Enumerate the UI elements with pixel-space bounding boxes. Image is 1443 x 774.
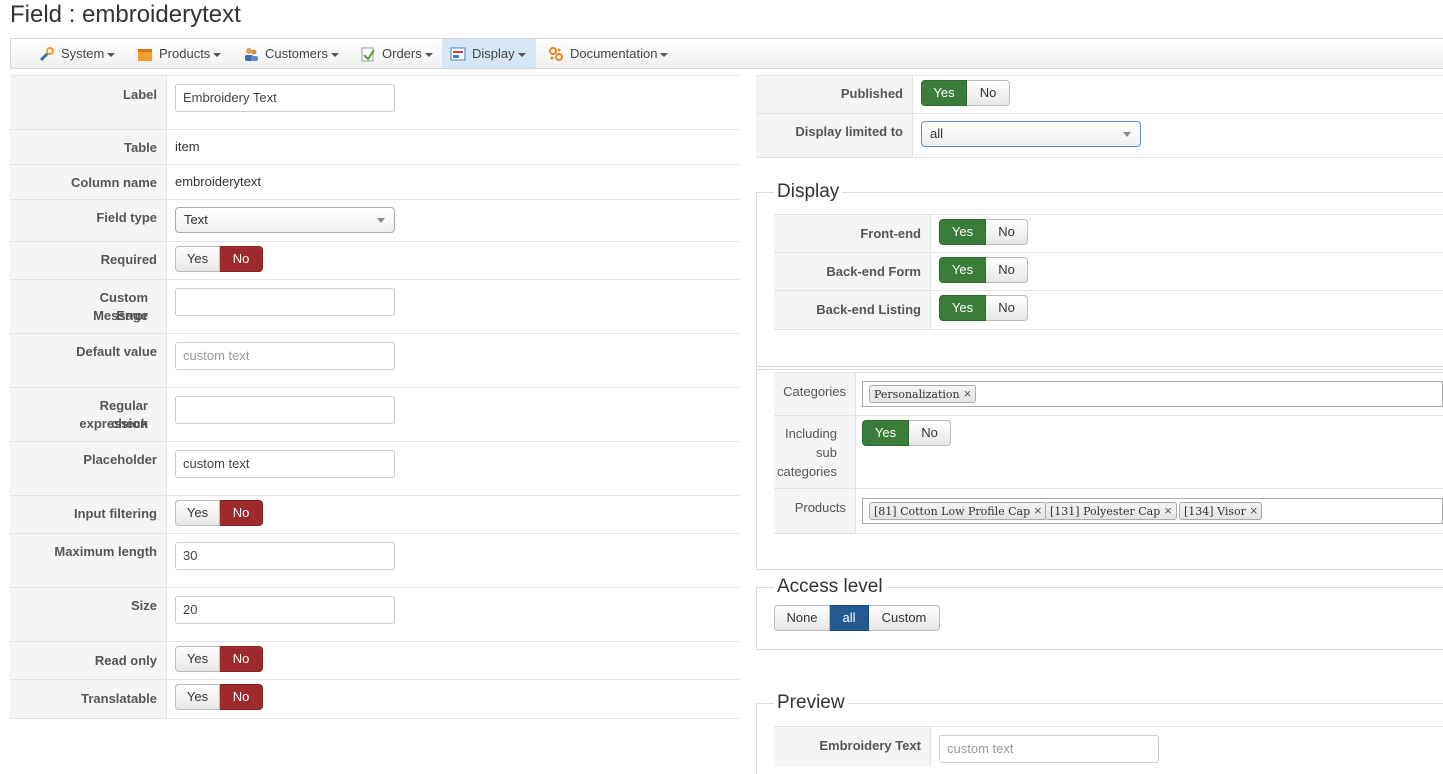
close-icon: × (963, 386, 972, 401)
translatable-toggle: Yes No (175, 684, 263, 710)
preview-input[interactable]: custom text (939, 735, 1159, 763)
row-read-only: Read only Yes No (10, 641, 741, 680)
row-placeholder: Placeholder custom text (10, 441, 741, 496)
required-toggle: Yes No (175, 246, 263, 272)
access-legend: Access level (774, 576, 886, 598)
row-regex: Regular expression check (10, 387, 741, 442)
published-no-button[interactable]: No (967, 80, 1010, 106)
input-filtering-toggle: Yes No (175, 500, 263, 526)
input-filtering-no-button[interactable]: No (220, 500, 263, 526)
access-level-toggle: None all Custom (774, 605, 940, 631)
row-default-value: Default value custom text (10, 333, 741, 388)
row-size: Size 20 (10, 587, 741, 642)
table-value: item (175, 139, 200, 154)
sub-categories-no-button[interactable]: No (909, 420, 951, 446)
main-menubar: System Products Customers Orders Display… (10, 38, 1443, 69)
sub-categories-yes-button[interactable]: Yes (862, 420, 909, 446)
front-end-toggle: Yes No (939, 219, 1028, 245)
row-backend-form: Back-end Form Yes No (774, 252, 1443, 291)
field-type-select[interactable]: Text (175, 207, 395, 233)
row-label: Label Embroidery Text (10, 75, 741, 130)
column-value: embroiderytext (175, 174, 261, 189)
row-products: Products [81] Cotton Low Profile Cap × [1… (774, 488, 1443, 534)
input-filtering-yes-button[interactable]: Yes (175, 500, 220, 526)
chevron-down-icon (1123, 132, 1131, 137)
access-none-button[interactable]: None (774, 605, 830, 631)
backend-listing-no-button[interactable]: No (986, 295, 1028, 321)
preview-legend: Preview (774, 692, 848, 714)
published-toggle: Yes No (921, 80, 1010, 106)
menu-products[interactable]: Products (129, 39, 231, 68)
sub-categories-toggle: Yes No (862, 420, 951, 446)
product-chip[interactable]: [81] Cotton Low Profile Cap × (869, 502, 1047, 520)
required-no-button[interactable]: No (220, 246, 263, 272)
row-translatable: Translatable Yes No (10, 679, 741, 719)
display-icon (450, 46, 466, 62)
row-preview: Embroidery Text custom text (774, 726, 1443, 767)
row-input-filtering: Input filtering Yes No (10, 495, 741, 534)
row-required: Required Yes No (10, 241, 741, 280)
read-only-yes-button[interactable]: Yes (175, 646, 220, 672)
backend-form-no-button[interactable]: No (986, 257, 1028, 283)
menu-documentation[interactable]: Documentation (540, 39, 678, 68)
row-max-length: Maximum length 30 (10, 533, 741, 588)
custom-error-input[interactable] (175, 288, 395, 316)
display-legend: Display (774, 181, 843, 203)
row-custom-error: Custom Error Message (10, 279, 741, 334)
chevron-down-icon (377, 218, 385, 223)
row-column: Column name embroiderytext (10, 164, 741, 200)
close-icon: × (1249, 503, 1258, 518)
categories-multiselect[interactable]: Personalization × (862, 381, 1443, 407)
row-backend-listing: Back-end Listing Yes No (774, 290, 1443, 330)
published-yes-button[interactable]: Yes (921, 80, 967, 106)
display-limited-select[interactable]: all (921, 121, 1141, 147)
backend-form-yes-button[interactable]: Yes (939, 257, 986, 283)
row-published: Published Yes No (756, 75, 1443, 114)
orders-icon (360, 46, 376, 62)
tools-icon (39, 46, 55, 62)
placeholder-input[interactable]: custom text (175, 450, 395, 478)
products-multiselect[interactable]: [81] Cotton Low Profile Cap × [131] Polye… (862, 498, 1443, 524)
front-end-yes-button[interactable]: Yes (939, 219, 986, 245)
access-custom-button[interactable]: Custom (869, 605, 940, 631)
users-icon (243, 46, 259, 62)
category-chip[interactable]: Personalization × (869, 385, 977, 403)
product-chip[interactable]: [134] Visor × (1179, 502, 1263, 520)
product-chip[interactable]: [131] Polyester Cap × (1045, 502, 1177, 520)
row-front-end: Front-end Yes No (774, 214, 1443, 253)
backend-listing-toggle: Yes No (939, 295, 1028, 321)
translatable-yes-button[interactable]: Yes (175, 684, 220, 710)
gears-icon (548, 46, 564, 62)
row-field-type: Field type Text (10, 199, 741, 242)
read-only-no-button[interactable]: No (220, 646, 263, 672)
required-yes-button[interactable]: Yes (175, 246, 220, 272)
menu-system[interactable]: System (31, 39, 125, 68)
close-icon: × (1164, 503, 1172, 518)
backend-form-toggle: Yes No (939, 257, 1028, 283)
row-categories: Categories Personalization × (774, 372, 1443, 416)
page-title: Field : embroiderytext (10, 1, 241, 28)
translatable-no-button[interactable]: No (220, 684, 263, 710)
menu-display[interactable]: Display (442, 39, 536, 68)
backend-listing-yes-button[interactable]: Yes (939, 295, 986, 321)
front-end-no-button[interactable]: No (986, 219, 1028, 245)
row-display-limited: Display limited to all (756, 113, 1443, 158)
box-icon (137, 46, 153, 62)
default-value-input[interactable]: custom text (175, 342, 395, 370)
size-input[interactable]: 20 (175, 596, 395, 624)
row-table: Table item (10, 129, 741, 165)
regex-input[interactable] (175, 396, 395, 424)
row-sub-categories: Including sub categories Yes No (774, 415, 1443, 489)
max-length-input[interactable]: 30 (175, 542, 395, 570)
close-icon: × (1034, 503, 1042, 518)
menu-customers[interactable]: Customers (235, 39, 349, 68)
label-input[interactable]: Embroidery Text (175, 84, 395, 112)
access-all-button[interactable]: all (830, 605, 869, 631)
menu-orders[interactable]: Orders (352, 39, 443, 68)
read-only-toggle: Yes No (175, 646, 263, 672)
